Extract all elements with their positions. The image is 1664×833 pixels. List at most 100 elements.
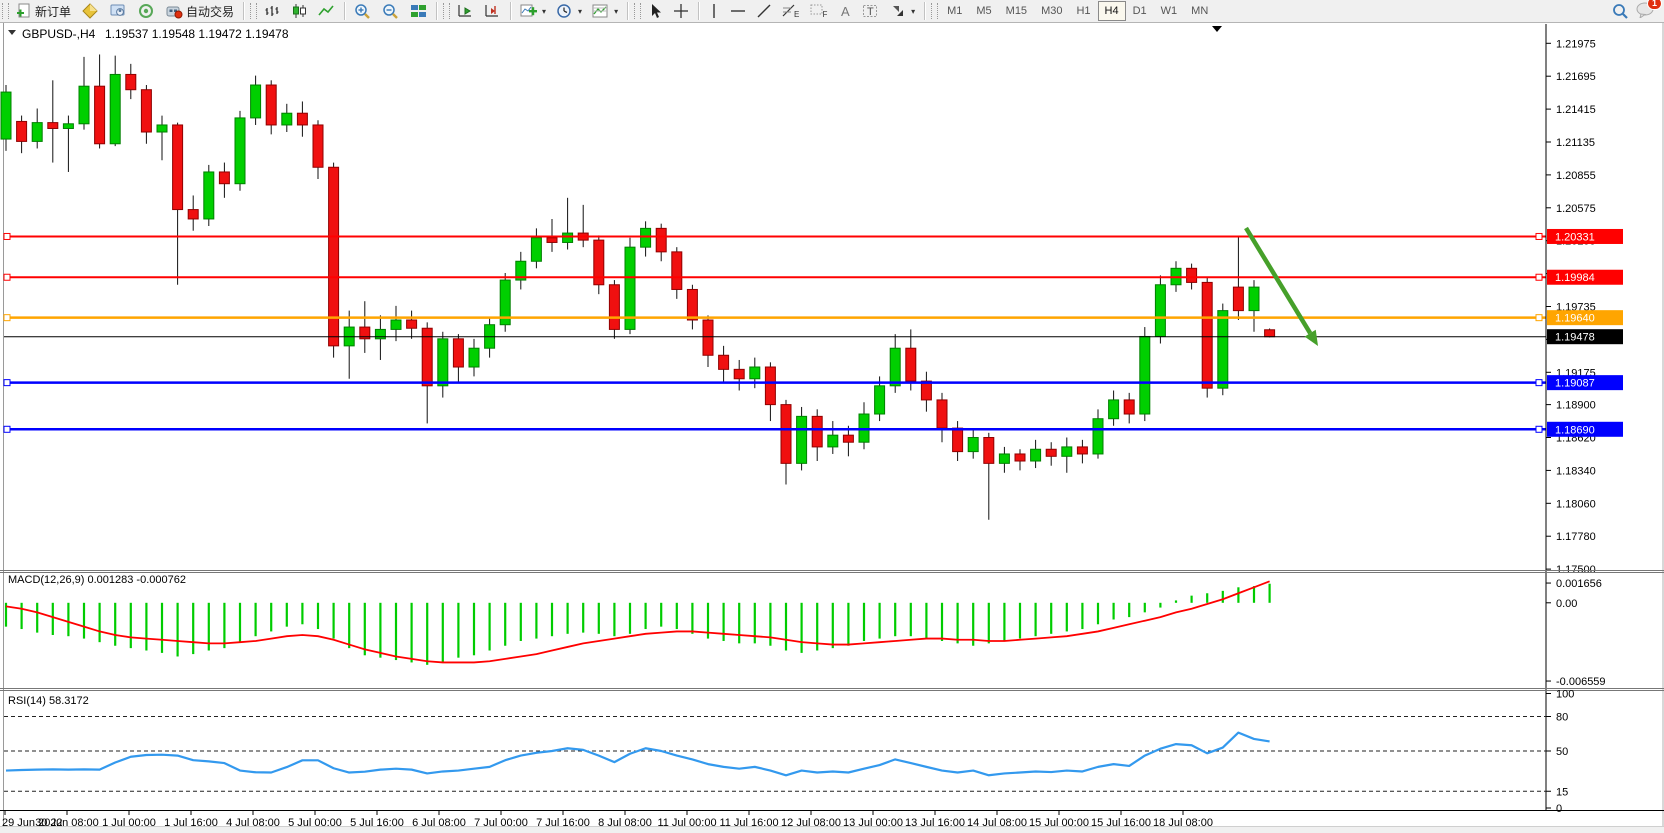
new-order-icon — [16, 3, 32, 19]
auto-scroll-button[interactable] — [452, 0, 479, 22]
candle — [1031, 449, 1041, 461]
candlestick-chart-button[interactable] — [286, 0, 313, 22]
tab-timeframe-d1[interactable]: D1 — [1126, 1, 1154, 21]
candle — [110, 74, 120, 143]
shift-marker[interactable] — [1212, 26, 1222, 32]
market-watch-button[interactable] — [76, 0, 104, 22]
tab-timeframe-h4[interactable]: H4 — [1098, 1, 1126, 21]
resistance-line-1[interactable] — [4, 233, 1546, 239]
fibonacci-button[interactable]: E — [777, 0, 805, 22]
chart-shift-icon — [484, 3, 501, 19]
time-tick-label: 5 Jul 00:00 — [288, 817, 342, 826]
candle — [48, 123, 58, 129]
candle — [828, 435, 838, 447]
tab-timeframe-m15[interactable]: M15 — [999, 1, 1034, 21]
text-label-button[interactable]: T — [857, 0, 885, 22]
cursor-icon — [648, 3, 663, 19]
candle — [563, 233, 573, 242]
tab-timeframe-mn[interactable]: MN — [1184, 1, 1215, 21]
notifications-button[interactable]: 1 — [1636, 1, 1656, 21]
arrows-button[interactable]: ▾ — [885, 0, 920, 22]
line-anchor[interactable] — [1536, 380, 1542, 386]
autotrading-button[interactable]: 自动交易 — [160, 0, 239, 22]
candle — [875, 386, 885, 414]
candle — [375, 329, 385, 338]
terminal-button[interactable] — [132, 0, 160, 22]
candle — [282, 113, 292, 125]
candlestick-chart-icon — [291, 3, 308, 19]
candle — [17, 121, 27, 141]
time-tick-label: 18 Jul 08:00 — [1153, 817, 1213, 826]
candle — [765, 367, 775, 405]
time-axis: 29 Jun 202230 Jun 08:001 Jul 00:001 Jul … — [0, 810, 1664, 826]
price-tick-label: 1.20855 — [1556, 170, 1596, 182]
navigator-button[interactable] — [104, 0, 132, 22]
bar-chart-button[interactable] — [259, 0, 286, 22]
candle — [953, 428, 963, 452]
line-anchor[interactable] — [1536, 426, 1542, 432]
terminal-icon — [137, 3, 155, 19]
tile-windows-icon — [410, 3, 427, 19]
auto-scroll-icon — [457, 3, 474, 19]
line-anchor[interactable] — [4, 233, 10, 239]
crosshair-button[interactable] — [668, 0, 694, 22]
trendline-button[interactable] — [751, 0, 777, 22]
price-tick-label: 1.18060 — [1556, 498, 1596, 510]
candle — [313, 125, 323, 167]
vertical-line-button[interactable] — [703, 0, 725, 22]
price-tag-1.20331: 1.20331 — [1547, 229, 1623, 244]
line-anchor[interactable] — [4, 274, 10, 280]
periods-button[interactable]: ▾ — [551, 0, 587, 22]
candle — [95, 86, 105, 144]
candle — [656, 228, 666, 252]
line-anchor[interactable] — [1536, 315, 1542, 321]
candle — [469, 348, 479, 367]
cursor-button[interactable] — [643, 0, 668, 22]
tab-timeframe-m5[interactable]: M5 — [969, 1, 998, 21]
zoom-in-button[interactable] — [349, 0, 377, 22]
grid-button[interactable]: F — [805, 0, 833, 22]
indicators-button[interactable]: ▾ — [515, 0, 551, 22]
candle — [1218, 311, 1228, 389]
chart-canvas[interactable]: GBPUSD-,H41.19537 1.19548 1.19472 1.1947… — [0, 0, 1664, 826]
chart-shift-button[interactable] — [479, 0, 506, 22]
rsi-tick-label: 100 — [1556, 689, 1574, 701]
candle — [438, 339, 448, 386]
tab-timeframe-h1[interactable]: H1 — [1069, 1, 1097, 21]
horizontal-line-button[interactable] — [725, 0, 751, 22]
candle — [1124, 400, 1134, 414]
templates-button[interactable]: ▾ — [587, 0, 623, 22]
line-chart-button[interactable] — [313, 0, 340, 22]
line-anchor[interactable] — [4, 426, 10, 432]
vertical-line-icon — [708, 3, 720, 19]
price-tag-1.18690: 1.18690 — [1547, 422, 1623, 437]
new-order-button[interactable]: 新订单 — [11, 0, 76, 22]
pivot-line[interactable] — [4, 315, 1546, 321]
trendline-icon — [756, 3, 772, 19]
time-tick-label: 11 Jul 16:00 — [719, 817, 778, 826]
line-anchor[interactable] — [4, 315, 10, 321]
line-anchor[interactable] — [4, 380, 10, 386]
candle — [1249, 287, 1259, 311]
candle — [188, 210, 198, 219]
candle — [1015, 454, 1025, 461]
tile-windows-button[interactable] — [405, 0, 432, 22]
zoom-in-icon — [354, 3, 372, 19]
toolbar-grip[interactable] — [2, 3, 9, 19]
zoom-out-button[interactable] — [377, 0, 405, 22]
price-tick-label: 1.21415 — [1556, 104, 1596, 116]
resistance-line-2[interactable] — [4, 274, 1546, 280]
search-icon[interactable] — [1612, 3, 1630, 19]
time-tick-label: 15 Jul 16:00 — [1091, 817, 1151, 826]
line-anchor[interactable] — [1536, 233, 1542, 239]
time-tick-label: 4 Jul 08:00 — [226, 817, 280, 826]
svg-text:E: E — [794, 10, 799, 19]
tab-timeframe-m30[interactable]: M30 — [1034, 1, 1069, 21]
time-tick-label: 13 Jul 16:00 — [905, 817, 965, 826]
tab-timeframe-w1[interactable]: W1 — [1154, 1, 1185, 21]
candle — [266, 85, 276, 125]
tab-timeframe-m1[interactable]: M1 — [940, 1, 969, 21]
support-line-2[interactable] — [4, 426, 1546, 432]
line-anchor[interactable] — [1536, 274, 1542, 280]
text-button[interactable]: A — [833, 0, 857, 22]
